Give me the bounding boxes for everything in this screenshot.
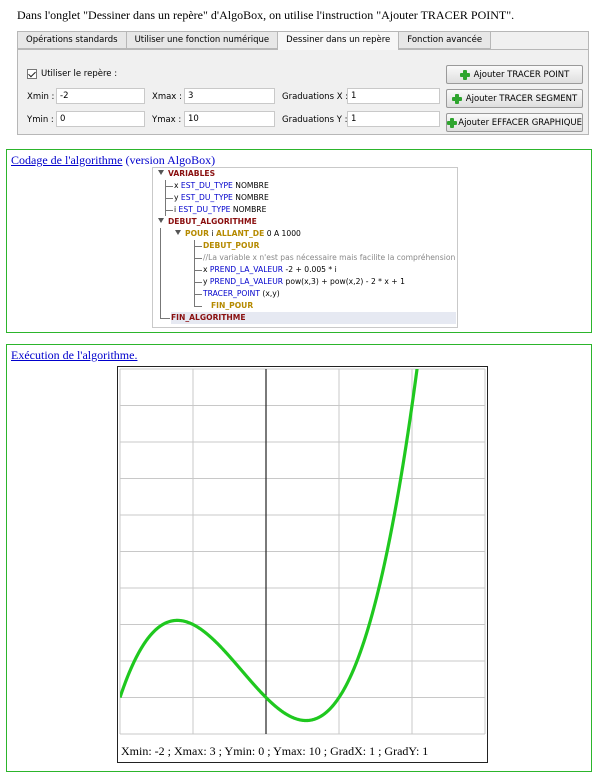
collapse-triangle-icon[interactable] (175, 230, 181, 235)
code-section: Codage de l'algorithme (version AlgoBox)… (6, 149, 592, 333)
code-title-link[interactable]: Codage de l'algorithme (11, 153, 122, 167)
checkbox-checked-icon[interactable] (27, 69, 37, 79)
tab-operations-standards[interactable]: Opérations standards (18, 32, 127, 49)
tree-row-y-assign[interactable]: y PREND_LA_VALEUR pow(x,3) + pow(x,2) - … (203, 276, 405, 288)
tree-row-fin-algorithme[interactable]: FIN_ALGORITHME (171, 312, 456, 324)
tree-connector (194, 270, 202, 271)
tree-row-comment[interactable]: //La variable x n'est pas nécessaire mai… (203, 252, 455, 264)
tree-row-pour[interactable]: POUR i ALLANT_DE 0 A 1000 (175, 228, 301, 240)
ymin-field[interactable]: 0 (56, 111, 145, 127)
tree-connector (194, 258, 202, 259)
algorithm-tree: VARIABLES x EST_DU_TYPE NOMBRE y EST_DU_… (152, 167, 458, 328)
plus-icon (451, 93, 462, 104)
intro-text: Dans l'onglet "Dessiner dans un repère" … (17, 8, 515, 22)
checkbox-label: Utiliser le repère : (41, 69, 118, 79)
tab-fonction-avancee[interactable]: Fonction avancée (399, 32, 492, 49)
tree-row-debut-pour[interactable]: DEBUT_POUR (203, 240, 259, 252)
tree-row-x-assign[interactable]: x PREND_LA_VALEUR -2 + 0.005 * i (203, 264, 337, 276)
ymin-label: Ymin : (27, 115, 54, 125)
tree-connector (165, 198, 173, 199)
add-tracer-segment-label: Ajouter TRACER SEGMENT (465, 93, 578, 104)
tree-row-variables[interactable]: VARIABLES (158, 168, 215, 180)
xmax-field[interactable]: 3 (184, 88, 275, 104)
tab-dessiner-repere[interactable]: Dessiner dans un repère (278, 32, 400, 50)
add-tracer-point-button[interactable]: Ajouter TRACER POINT (446, 65, 583, 84)
plus-icon (447, 117, 458, 128)
code-section-title: Codage de l'algorithme (version AlgoBox) (11, 153, 215, 168)
use-repere-checkbox[interactable]: Utiliser le repère : (27, 69, 117, 79)
tree-row-var-y[interactable]: y EST_DU_TYPE NOMBRE (174, 192, 269, 204)
collapse-triangle-icon[interactable] (158, 218, 164, 223)
tree-row-var-x[interactable]: x EST_DU_TYPE NOMBRE (174, 180, 269, 192)
xmax-label: Xmax : (152, 92, 182, 102)
tab-bar: Opérations standards Utiliser une foncti… (18, 32, 492, 50)
tree-connector (160, 228, 161, 319)
tree-row-fin-pour[interactable]: FIN_POUR (211, 300, 253, 312)
xmin-label: Xmin : (27, 92, 55, 102)
tree-connector (194, 294, 202, 295)
add-tracer-segment-button[interactable]: Ajouter TRACER SEGMENT (446, 89, 583, 108)
add-effacer-graphique-button[interactable]: Ajouter EFFACER GRAPHIQUE (446, 113, 583, 132)
execution-section-title: Exécution de l'algorithme. (11, 348, 137, 363)
tree-connector (194, 306, 202, 307)
ymax-label: Ymax : (152, 115, 182, 125)
add-effacer-graphique-label: Ajouter EFFACER GRAPHIQUE (458, 117, 582, 128)
grady-label: Graduations Y : (282, 115, 348, 125)
tree-connector (194, 246, 202, 247)
plus-icon (459, 69, 470, 80)
add-tracer-point-label: Ajouter TRACER POINT (473, 69, 570, 80)
code-title-suffix: (version AlgoBox) (122, 153, 216, 167)
execution-title-link[interactable]: Exécution de l'algorithme. (11, 348, 137, 362)
tree-connector (165, 210, 173, 211)
graph-frame: Xmin: -2 ; Xmax: 3 ; Ymin: 0 ; Ymax: 10 … (117, 366, 488, 763)
grady-field[interactable]: 1 (347, 111, 440, 127)
tree-connector (160, 318, 170, 319)
tab-fonction-numerique[interactable]: Utiliser une fonction numérique (126, 32, 279, 49)
tree-row-debut-algorithme[interactable]: DEBUT_ALGORITHME (158, 216, 257, 228)
gradx-field[interactable]: 1 (347, 88, 440, 104)
tree-connector (194, 282, 202, 283)
tree-row-var-i[interactable]: i EST_DU_TYPE NOMBRE (174, 204, 266, 216)
gradx-label: Graduations X : (282, 92, 349, 102)
collapse-triangle-icon[interactable] (158, 170, 164, 175)
xmin-field[interactable]: -2 (56, 88, 145, 104)
algobox-panel: Opérations standards Utiliser une foncti… (17, 31, 589, 135)
tree-connector (165, 186, 173, 187)
ymax-field[interactable]: 10 (184, 111, 275, 127)
function-curve (120, 369, 419, 723)
execution-section: Exécution de l'algorithme. Xmin: -2 ; Xm… (6, 344, 592, 772)
tree-connector (194, 240, 195, 306)
graph-plot (119, 368, 486, 735)
tree-row-tracer-point[interactable]: TRACER_POINT (x,y) (203, 288, 280, 300)
graph-window-readout: Xmin: -2 ; Xmax: 3 ; Ymin: 0 ; Ymax: 10 … (121, 744, 429, 758)
